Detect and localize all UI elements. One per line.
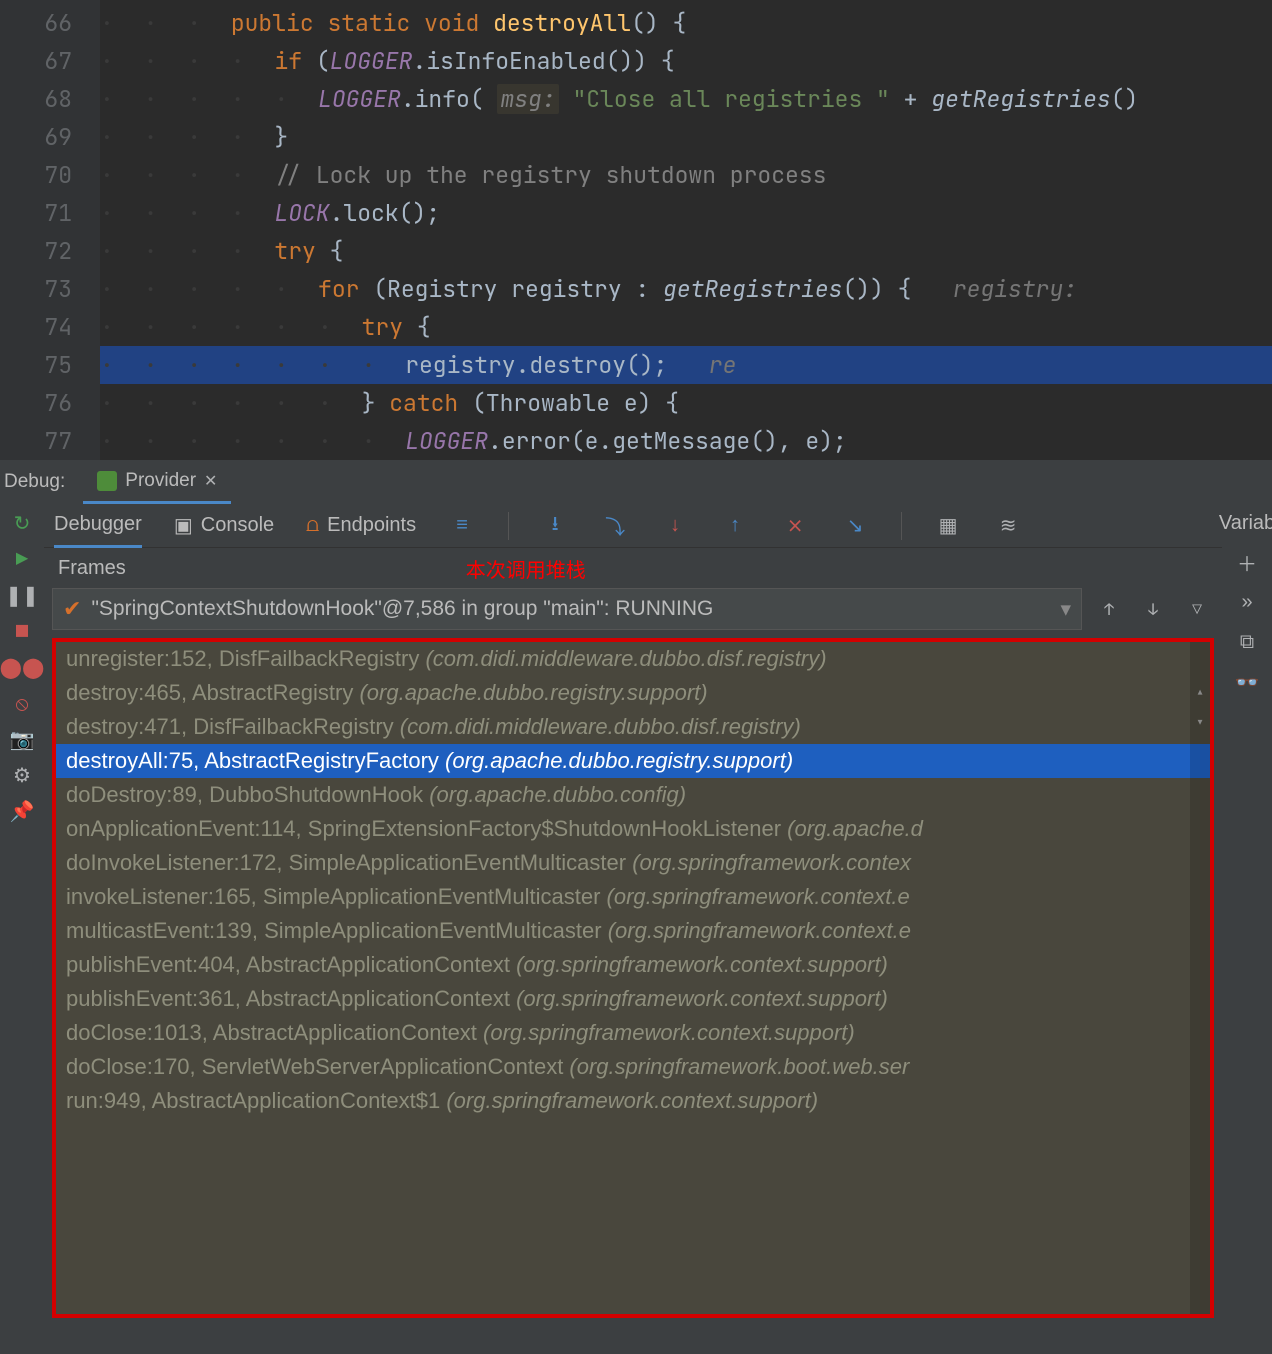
console-icon: ▣ [174, 513, 193, 538]
step-out-icon[interactable]: ↑ [721, 512, 749, 540]
settings-icon[interactable]: ⚙ [9, 762, 35, 788]
thread-selector[interactable]: ✔ "SpringContextShutdownHook"@7,586 in g… [52, 588, 1082, 630]
trace-icon[interactable]: ≋ [994, 512, 1022, 540]
stack-frame[interactable]: doClose:170, ServletWebServerApplication… [56, 1050, 1210, 1084]
evaluate-icon[interactable]: ▦ [934, 512, 962, 540]
stack-frame[interactable]: publishEvent:361, AbstractApplicationCon… [56, 982, 1210, 1016]
code-editor[interactable]: 666768697071727374757677 · · · public st… [0, 0, 1272, 460]
next-frame-icon[interactable]: ↓ [1136, 592, 1170, 626]
stack-frame[interactable]: run:949, AbstractApplicationContext$1 (o… [56, 1084, 1210, 1118]
step-over-icon[interactable]: ⤵ [601, 512, 629, 540]
stop-icon[interactable]: ■ [9, 618, 35, 644]
variables-label: Variab [1219, 512, 1272, 535]
variables-panel-collapsed: Variab ＋ » ⧉ 👓 [1222, 504, 1272, 1354]
stack-scrollbar[interactable]: ▴ ▾ [1190, 642, 1210, 1314]
annotation-text: 本次调用堆栈 [466, 554, 586, 583]
copy-icon[interactable]: ⧉ [1234, 629, 1260, 655]
line-gutter: 666768697071727374757677 [0, 0, 100, 460]
expand-icon[interactable]: » [1234, 589, 1260, 615]
scroll-down-icon[interactable]: ▾ [1190, 712, 1210, 732]
stack-frame[interactable]: doClose:1013, AbstractApplicationContext… [56, 1016, 1210, 1050]
call-stack[interactable]: ▴ ▾ unregister:152, DisfFailbackRegistry… [52, 638, 1214, 1318]
code-line[interactable]: · · · · · · · registry.destroy(); re [100, 346, 1272, 384]
pause-icon[interactable]: ❚❚ [9, 582, 35, 608]
add-watch-icon[interactable]: ＋ [1234, 549, 1260, 575]
check-icon: ✔ [63, 596, 81, 622]
rerun-icon[interactable]: ↻ [9, 510, 35, 536]
stack-frame[interactable]: onApplicationEvent:114, SpringExtensionF… [56, 812, 1210, 846]
debug-left-toolbar: ↻ ▶ ❚❚ ■ ⬤⬤ ⦸ 📷 ⚙ 📌 [0, 504, 44, 1354]
frames-label: Frames [58, 557, 126, 580]
run-config-name: Provider [125, 470, 196, 492]
scroll-up-icon[interactable]: ▴ [1190, 682, 1210, 702]
thread-name: "SpringContextShutdownHook"@7,586 in gro… [91, 597, 713, 621]
step-into-icon[interactable]: ↓ [661, 512, 689, 540]
code-line[interactable]: · · · · LOCK.lock(); [100, 194, 1272, 232]
code-area[interactable]: · · · public static void destroyAll() {·… [100, 0, 1272, 460]
tab-console[interactable]: ▣ Console [174, 504, 274, 548]
filter-icon[interactable]: ▽ [1180, 592, 1214, 626]
debug-label: Debug: [0, 471, 83, 493]
glasses-icon[interactable]: 👓 [1234, 669, 1260, 695]
stack-frame[interactable]: doDestroy:89, DubboShutdownHook (org.apa… [56, 778, 1210, 812]
code-line[interactable]: · · · · try { [100, 232, 1272, 270]
code-line[interactable]: · · · · · · · LOGGER.error(e.getMessage(… [100, 422, 1272, 460]
show-execution-point-icon[interactable]: ⭳ [541, 512, 569, 540]
prev-frame-icon[interactable]: ↑ [1092, 592, 1126, 626]
stack-frame[interactable]: doInvokeListener:172, SimpleApplicationE… [56, 846, 1210, 880]
endpoints-icon: ⩍ [306, 514, 319, 537]
debugger-tab-bar: Debugger ▣ Console ⩍ Endpoints ≡ ⭳ ⤵ ↓ ↑… [44, 504, 1222, 548]
stack-frame[interactable]: publishEvent:404, AbstractApplicationCon… [56, 948, 1210, 982]
tab-debugger[interactable]: Debugger [54, 504, 142, 548]
code-line[interactable]: · · · · · LOGGER.info( msg: "Close all r… [100, 80, 1272, 118]
code-line[interactable]: · · · · · · try { [100, 308, 1272, 346]
chevron-down-icon: ▾ [1060, 597, 1071, 622]
stack-frame[interactable]: invokeListener:165, SimpleApplicationEve… [56, 880, 1210, 914]
mute-breakpoints-icon[interactable]: ⦸ [9, 690, 35, 716]
bug-icon [97, 471, 117, 491]
stack-frame[interactable]: unregister:152, DisfFailbackRegistry (co… [56, 642, 1210, 676]
run-to-cursor-icon[interactable]: ↘ [841, 512, 869, 540]
drop-frame-icon[interactable]: ⨯ [781, 512, 809, 540]
stack-frame[interactable]: destroy:465, AbstractRegistry (org.apach… [56, 676, 1210, 710]
code-line[interactable]: · · · · // Lock up the registry shutdown… [100, 156, 1272, 194]
debug-toolwindow-header: Debug: Provider ✕ [0, 460, 1272, 504]
stack-frame[interactable]: multicastEvent:139, SimpleApplicationEve… [56, 914, 1210, 948]
code-line[interactable]: · · · · · for (Registry registry : getRe… [100, 270, 1272, 308]
code-line[interactable]: · · · · if (LOGGER.isInfoEnabled()) { [100, 42, 1272, 80]
tab-endpoints[interactable]: ⩍ Endpoints [306, 504, 416, 548]
close-icon[interactable]: ✕ [204, 471, 217, 491]
stack-frame[interactable]: destroy:471, DisfFailbackRegistry (com.d… [56, 710, 1210, 744]
stack-frame[interactable]: destroyAll:75, AbstractRegistryFactory (… [56, 744, 1210, 778]
view-breakpoints-icon[interactable]: ⬤⬤ [9, 654, 35, 680]
code-line[interactable]: · · · · · · } catch (Throwable e) { [100, 384, 1272, 422]
camera-icon[interactable]: 📷 [9, 726, 35, 752]
resume-icon[interactable]: ▶ [9, 546, 35, 572]
code-line[interactable]: · · · · } [100, 118, 1272, 156]
threads-icon[interactable]: ≡ [448, 512, 476, 540]
code-line[interactable]: · · · public static void destroyAll() { [100, 4, 1272, 42]
pin-icon[interactable]: 📌 [9, 798, 35, 824]
run-config-tab[interactable]: Provider ✕ [83, 460, 231, 504]
